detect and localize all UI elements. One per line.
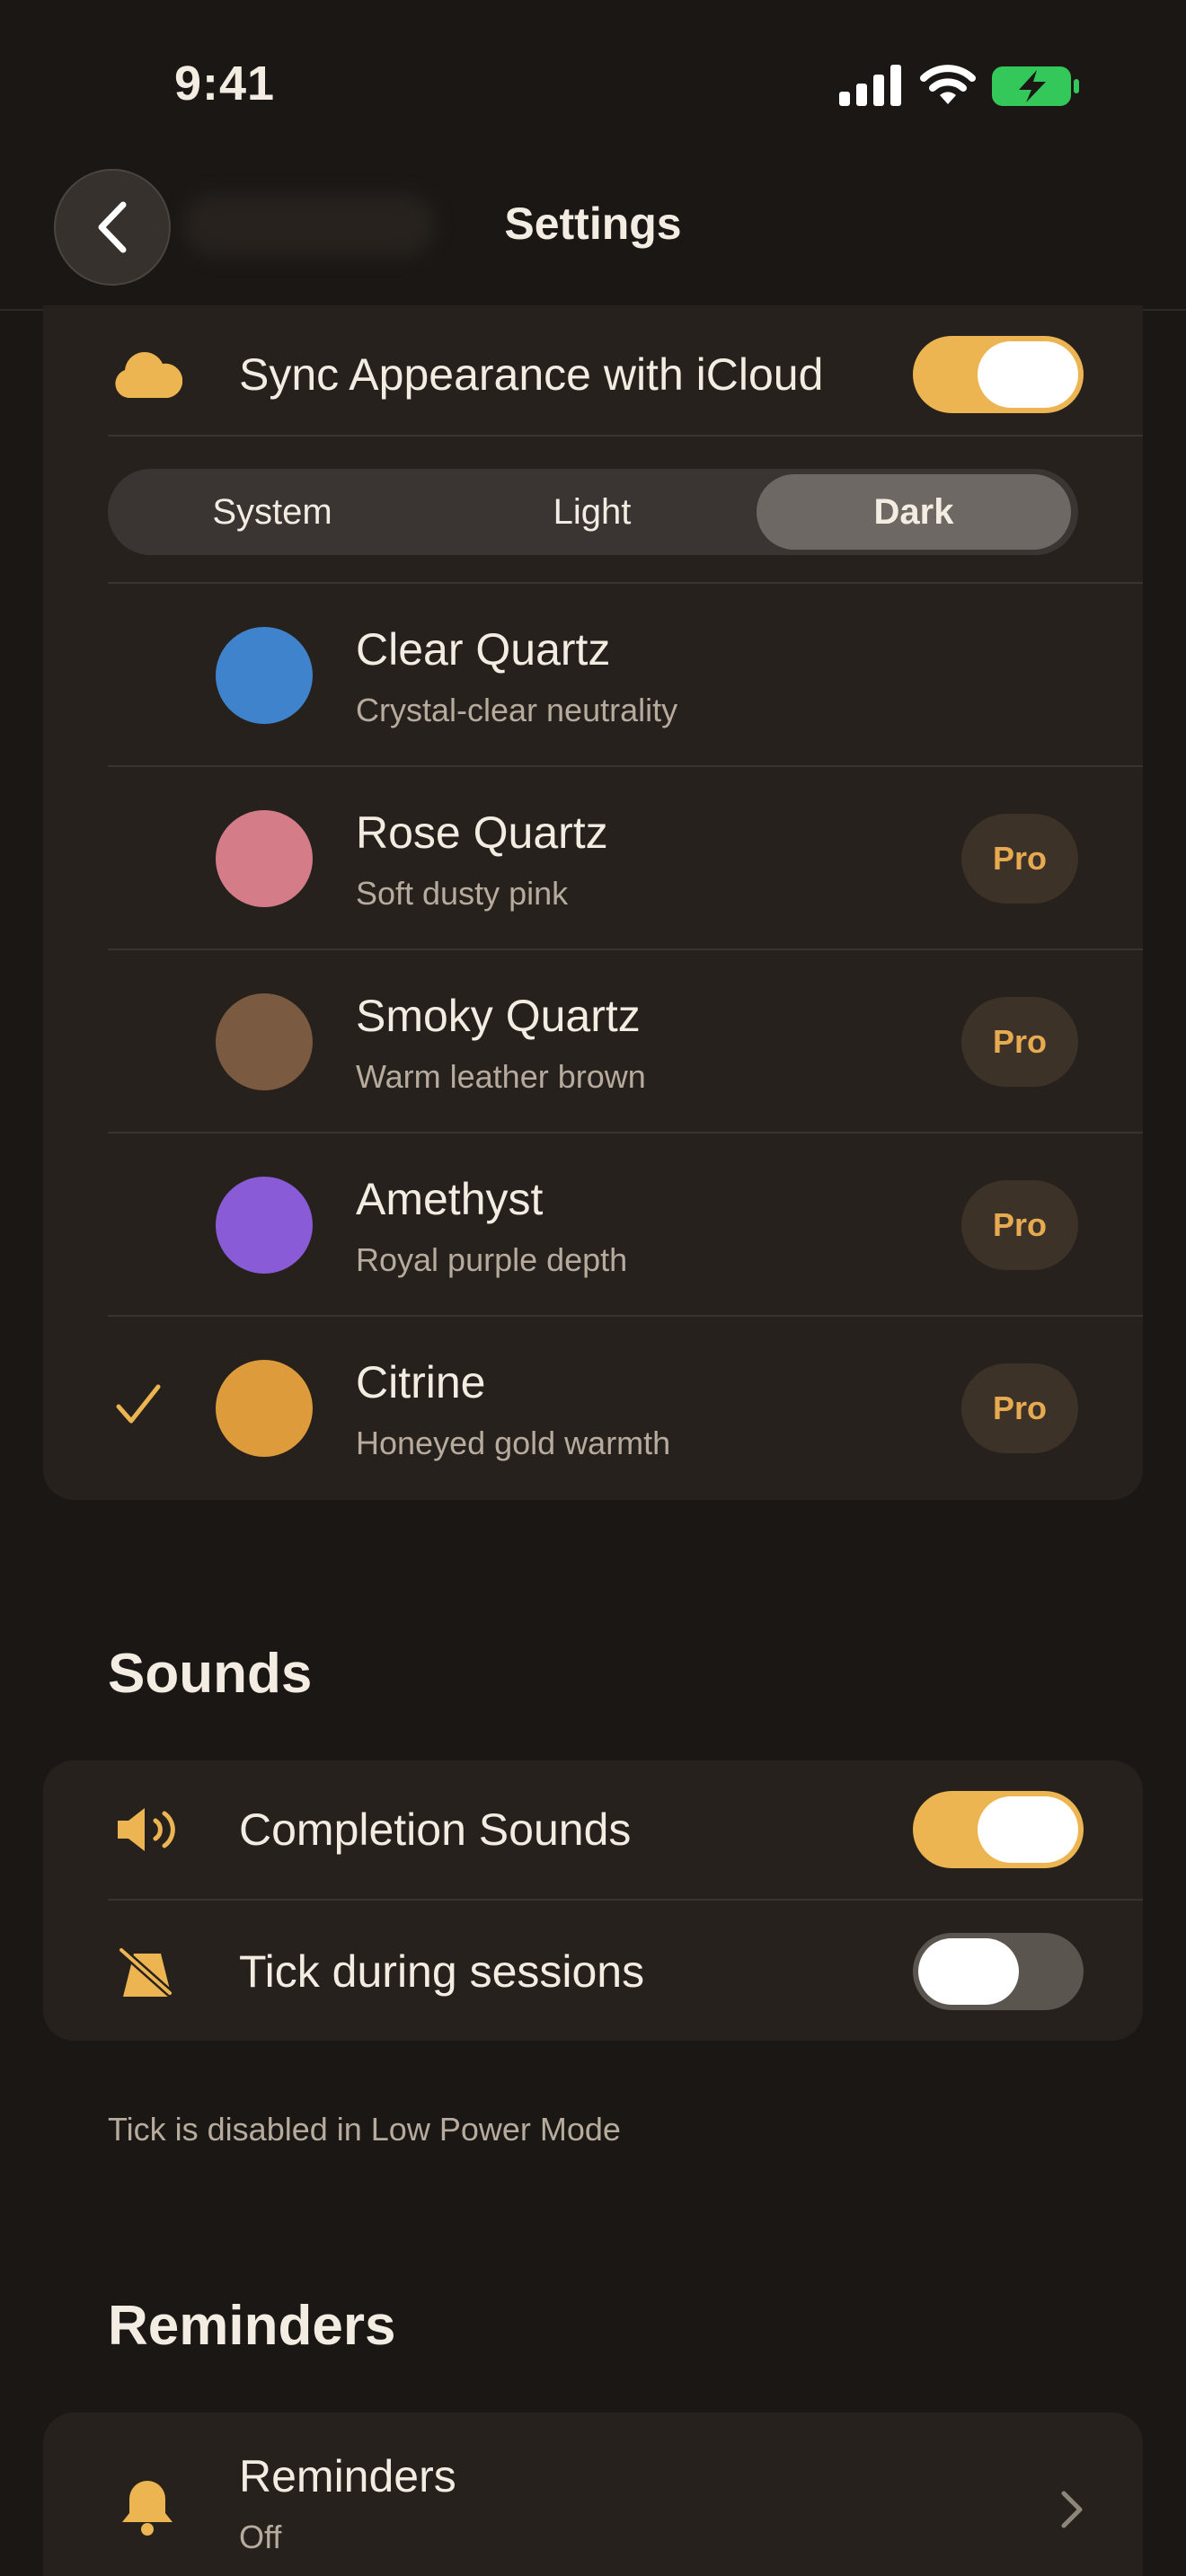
chevron-right-icon [1061, 2491, 1083, 2528]
checkmark-icon [116, 1384, 161, 1424]
section-title-sounds: Sounds [108, 1643, 313, 1705]
completion-sounds-row: Completion Sounds [43, 1760, 1143, 1899]
segment-system[interactable]: System [115, 474, 429, 550]
sync-appearance-row: Sync Appearance with iCloud [43, 305, 1143, 444]
theme-row-citrine[interactable]: Citrine Honeyed gold warmth Pro [43, 1317, 1143, 1500]
theme-color-swatch [216, 1177, 313, 1274]
theme-color-swatch [216, 1360, 313, 1457]
section-title-reminders: Reminders [108, 2295, 396, 2357]
status-bar: 9:41 [0, 0, 1186, 162]
reminders-label: Reminders [239, 2451, 456, 2501]
settings-screen: 9:41 Settings Sync Appearance with iClou… [0, 0, 1186, 2576]
divider [108, 1899, 1143, 1901]
tick-footnote: Tick is disabled in Low Power Mode [108, 2111, 621, 2148]
theme-name: Amethyst [356, 1174, 544, 1224]
completion-sounds-toggle[interactable] [913, 1791, 1084, 1868]
toggle-knob [918, 1938, 1019, 2005]
battery-charging-icon [992, 66, 1079, 106]
appearance-mode-picker: System Light Dark [108, 469, 1078, 555]
appearance-card: Sync Appearance with iCloud System Light… [43, 305, 1143, 1500]
reminders-row[interactable]: Reminders Off [43, 2413, 1143, 2576]
theme-description: Soft dusty pink [356, 875, 569, 912]
theme-description: Warm leather brown [356, 1058, 646, 1095]
reminders-value: Off [239, 2519, 282, 2555]
theme-color-swatch [216, 627, 313, 724]
toggle-knob [978, 341, 1078, 408]
bell-icon [111, 2475, 183, 2538]
divider [108, 435, 1143, 437]
theme-name: Citrine [356, 1357, 486, 1407]
toggle-knob [978, 1796, 1078, 1863]
sync-appearance-label: Sync Appearance with iCloud [239, 349, 824, 400]
sounds-card: Completion Sounds Tick during sessions [43, 1760, 1143, 2041]
tick-sessions-label: Tick during sessions [239, 1946, 645, 1997]
completion-sounds-label: Completion Sounds [239, 1804, 632, 1855]
wifi-icon [920, 65, 976, 104]
navigation-bar: Settings [0, 162, 1186, 311]
pro-badge: Pro [961, 1180, 1078, 1270]
theme-color-swatch [216, 993, 313, 1090]
tick-sessions-toggle[interactable] [913, 1933, 1084, 2010]
theme-row-clear-quartz[interactable]: Clear Quartz Crystal-clear neutrality [43, 584, 1143, 767]
status-time: 9:41 [174, 57, 276, 110]
segment-dark[interactable]: Dark [757, 474, 1071, 550]
cellular-signal-icon [839, 65, 901, 106]
theme-description: Honeyed gold warmth [356, 1425, 671, 1461]
speaker-icon [111, 1798, 183, 1861]
theme-row-rose-quartz[interactable]: Rose Quartz Soft dusty pink Pro [43, 767, 1143, 950]
segment-light[interactable]: Light [435, 474, 749, 550]
page-title: Settings [504, 198, 682, 249]
cloud-icon [111, 343, 183, 406]
reminders-card: Reminders Off [43, 2413, 1143, 2576]
theme-name: Rose Quartz [356, 807, 608, 858]
metronome-slash-icon [111, 1940, 183, 2003]
theme-row-amethyst[interactable]: Amethyst Royal purple depth Pro [43, 1134, 1143, 1317]
theme-row-smoky-quartz[interactable]: Smoky Quartz Warm leather brown Pro [43, 950, 1143, 1134]
tick-sessions-row: Tick during sessions [43, 1902, 1143, 2041]
pro-badge: Pro [961, 814, 1078, 904]
pro-badge: Pro [961, 1363, 1078, 1453]
theme-name: Clear Quartz [356, 624, 611, 675]
pro-badge: Pro [961, 997, 1078, 1087]
sync-appearance-toggle[interactable] [913, 336, 1084, 413]
theme-description: Crystal-clear neutrality [356, 692, 678, 728]
theme-name: Smoky Quartz [356, 991, 641, 1041]
theme-color-swatch [216, 810, 313, 907]
theme-description: Royal purple depth [356, 1241, 628, 1278]
